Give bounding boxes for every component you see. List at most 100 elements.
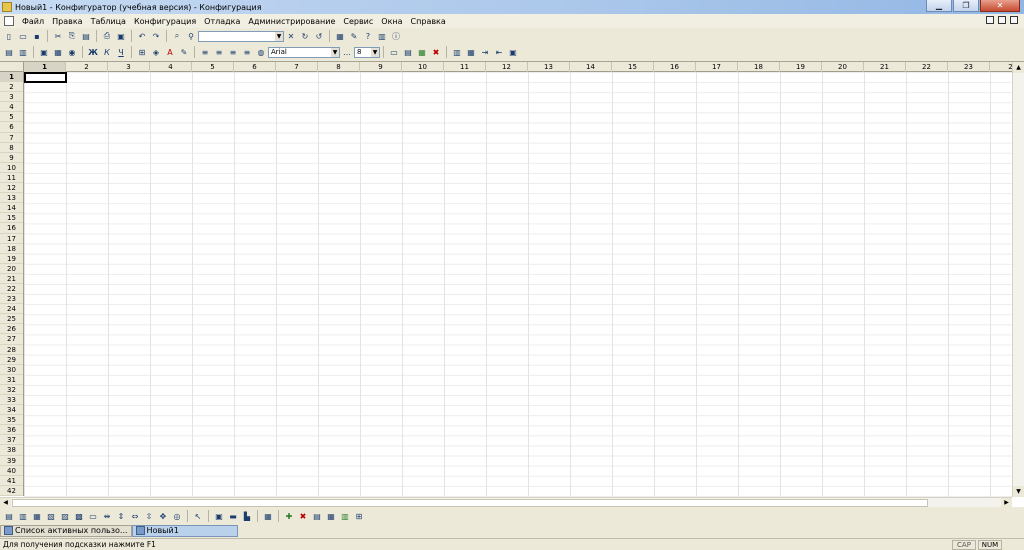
cell-grid[interactable] (24, 72, 1012, 497)
row-header-cell[interactable]: 12 (0, 183, 23, 194)
header-icon[interactable]: ▥ (17, 46, 29, 58)
merge-icon[interactable]: ▣ (38, 46, 50, 58)
row-header-cell[interactable]: 38 (0, 445, 23, 456)
clear-search-icon[interactable]: ✕ (285, 30, 297, 42)
scroll-up-icon[interactable]: ▲ (1013, 62, 1024, 73)
menu-administration[interactable]: Администрирование (244, 17, 339, 26)
borders-icon[interactable]: ⊞ (136, 46, 148, 58)
shrink-icon[interactable]: ◍ (255, 46, 267, 58)
close-button[interactable]: ✕ (980, 0, 1020, 12)
row-header-cell[interactable]: 16 (0, 223, 23, 234)
menu-windows[interactable]: Окна (377, 17, 406, 26)
names-icon[interactable]: ▤ (311, 510, 323, 522)
find-previous-icon[interactable]: ↺ (313, 30, 325, 42)
window-tab-active-users[interactable]: Список активных пользо... (0, 524, 132, 537)
row-header-cell[interactable]: 27 (0, 334, 23, 345)
menu-edit[interactable]: Правка (48, 17, 86, 26)
italic-icon[interactable]: К (101, 46, 113, 58)
underline-icon[interactable]: Ч (115, 46, 127, 58)
zoom-icon[interactable]: ◎ (171, 510, 183, 522)
text-block-icon[interactable]: ▬ (227, 510, 239, 522)
window-tab-new1[interactable]: Новый1 (131, 524, 238, 537)
active-cell[interactable] (24, 72, 67, 83)
expand-vertical-icon[interactable]: ⇳ (143, 510, 155, 522)
scroll-left-icon[interactable]: ◀ (0, 498, 11, 507)
show-grid-icon[interactable]: ▦ (325, 510, 337, 522)
chevron-down-icon[interactable]: ▼ (331, 47, 339, 57)
menu-debug[interactable]: Отладка (200, 17, 244, 26)
row-header-cell[interactable]: 2 (0, 82, 23, 93)
row-header-cell[interactable]: 14 (0, 203, 23, 214)
row-header-cell[interactable]: 24 (0, 304, 23, 315)
column-header-cell[interactable]: 4 (150, 62, 192, 72)
split-cells-icon[interactable]: ▨ (59, 510, 71, 522)
info-icon[interactable]: ⓘ (390, 30, 402, 42)
column-header-cell[interactable]: 18 (738, 62, 780, 72)
row-header-cell[interactable]: 41 (0, 476, 23, 486)
column-header-cell[interactable]: 22 (906, 62, 948, 72)
properties-icon[interactable]: ▦ (334, 30, 346, 42)
row-header-cell[interactable]: 39 (0, 456, 23, 466)
menu-help[interactable]: Справка (407, 17, 450, 26)
maximize-button[interactable]: ❐ (953, 0, 979, 12)
row-header-cell[interactable]: 20 (0, 264, 23, 274)
align-right-icon[interactable]: ≡ (227, 46, 239, 58)
chevron-down-icon[interactable]: ▼ (371, 47, 379, 57)
cell-properties-icon[interactable]: ▭ (388, 46, 400, 58)
row-header-cell[interactable]: 8 (0, 143, 23, 153)
column-header-cell[interactable]: 8 (318, 62, 360, 72)
mdi-restore-button[interactable] (998, 16, 1006, 24)
column-header-cell[interactable]: 12 (486, 62, 528, 72)
bold-icon[interactable]: Ж (87, 46, 99, 58)
column-header-cell[interactable]: 3 (108, 62, 150, 72)
find-next-icon[interactable]: ↻ (299, 30, 311, 42)
mdi-minimize-button[interactable] (986, 16, 994, 24)
row-header-cell[interactable]: 9 (0, 153, 23, 163)
row-header-cell[interactable]: 17 (0, 234, 23, 244)
row-header-cell[interactable]: 22 (0, 284, 23, 295)
add-cells-icon[interactable]: ▦ (416, 46, 428, 58)
justify-icon[interactable]: ≡ (241, 46, 253, 58)
row-header-cell[interactable]: 40 (0, 466, 23, 476)
row-header-cell[interactable]: 6 (0, 122, 23, 133)
mdi-close-button[interactable] (1010, 16, 1018, 24)
column-header-cell[interactable]: 17 (696, 62, 738, 72)
row-header-cell[interactable]: 37 (0, 435, 23, 446)
row-header-cell[interactable]: 10 (0, 163, 23, 173)
macro-icon[interactable]: ◉ (66, 46, 78, 58)
font-name-select[interactable]: Arial ▼ (268, 46, 340, 58)
calculator-icon[interactable]: ▥ (376, 30, 388, 42)
row-header-cell[interactable]: 26 (0, 324, 23, 335)
column-width-icon[interactable]: ▥ (17, 510, 29, 522)
object-icon[interactable]: ▦ (262, 510, 274, 522)
font-dialog-icon[interactable]: … (341, 46, 353, 58)
row-header-cell[interactable]: 11 (0, 173, 23, 184)
row-header-cell[interactable]: 15 (0, 213, 23, 224)
column-header-cell[interactable]: 16 (654, 62, 696, 72)
scroll-right-icon[interactable]: ▶ (1001, 498, 1012, 507)
vertical-scrollbar[interactable]: ▲ ▼ (1012, 62, 1024, 497)
cut-icon[interactable]: ✂ (52, 30, 64, 42)
column-header-cell[interactable]: 20 (822, 62, 864, 72)
menu-table[interactable]: Таблица (87, 17, 130, 26)
menu-configuration[interactable]: Конфигурация (130, 17, 200, 26)
row-header-cell[interactable]: 31 (0, 375, 23, 385)
minimize-button[interactable]: ▁ (926, 0, 952, 12)
row-header-cell[interactable]: 29 (0, 355, 23, 365)
help-icon[interactable]: ? (362, 30, 374, 42)
font-size-select[interactable]: 8 ▼ (354, 46, 380, 58)
row-header-cell[interactable]: 13 (0, 193, 23, 204)
column-header-cell[interactable]: 23 (948, 62, 990, 72)
row-header-cell[interactable]: 3 (0, 92, 23, 103)
align-left-icon[interactable]: ≡ (199, 46, 211, 58)
new-icon[interactable]: ▯ (3, 30, 15, 42)
column-header-cell[interactable]: 6 (234, 62, 276, 72)
row-header-cell[interactable]: 32 (0, 385, 23, 395)
delete-cells-icon[interactable]: ✖ (430, 46, 442, 58)
column-header-cell[interactable]: 7 (276, 62, 318, 72)
column-header-cell[interactable]: 15 (612, 62, 654, 72)
row-header-cell[interactable]: 28 (0, 345, 23, 355)
insert-icon[interactable]: ▦ (52, 46, 64, 58)
document-icon[interactable] (4, 16, 14, 26)
outline-icon[interactable]: ▣ (507, 46, 519, 58)
